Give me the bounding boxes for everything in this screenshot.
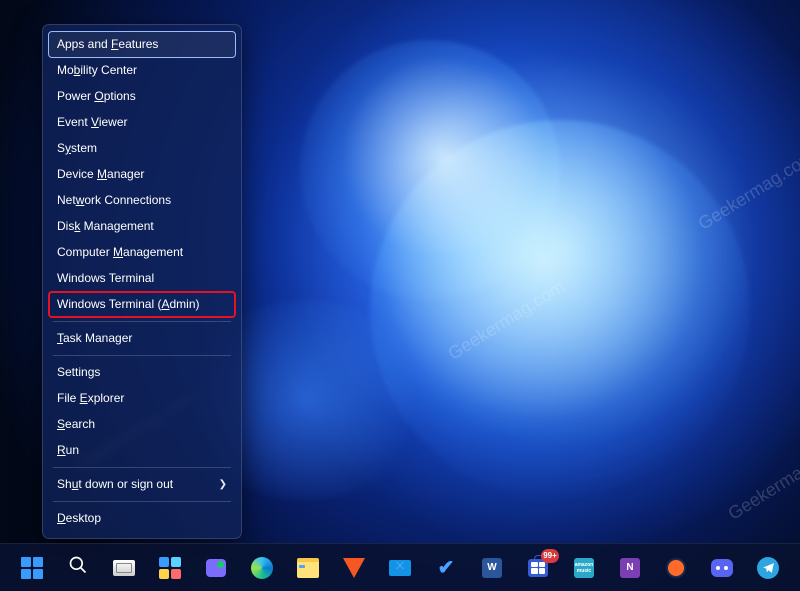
taskbar-edge-icon[interactable] bbox=[243, 549, 281, 587]
taskbar-taskview-icon[interactable] bbox=[105, 549, 143, 587]
telegram-icon bbox=[756, 556, 780, 580]
winx-item-task-manager[interactable]: Task Manager bbox=[49, 326, 235, 351]
winx-item-disk-management[interactable]: Disk Management bbox=[49, 214, 235, 239]
chat-icon bbox=[204, 556, 228, 580]
winx-item-mobility-center[interactable]: Mobility Center bbox=[49, 58, 235, 83]
winx-item-windows-terminal[interactable]: Windows Terminal bbox=[49, 266, 235, 291]
menu-item-label: Event Viewer bbox=[57, 115, 128, 130]
winx-item-shut-down-or-sign-out[interactable]: Shut down or sign out ❯ bbox=[49, 472, 235, 497]
todo-icon: ✔ bbox=[434, 556, 458, 580]
menu-separator bbox=[53, 501, 231, 502]
taskview-icon bbox=[112, 556, 136, 580]
winx-item-search[interactable]: Search bbox=[49, 412, 235, 437]
mail-icon bbox=[388, 556, 412, 580]
winx-item-computer-management[interactable]: Computer Management bbox=[49, 240, 235, 265]
taskbar-widgets-icon[interactable] bbox=[151, 549, 189, 587]
onenote-glyph: N bbox=[626, 562, 633, 573]
menu-item-label: Computer Management bbox=[57, 245, 183, 260]
menu-item-label: Desktop bbox=[57, 511, 101, 526]
menu-item-label: File Explorer bbox=[57, 391, 124, 406]
brave-icon bbox=[342, 556, 366, 580]
winx-item-network-connections[interactable]: Network Connections bbox=[49, 188, 235, 213]
taskbar-start-icon[interactable] bbox=[13, 549, 51, 587]
menu-item-label: Settings bbox=[57, 365, 100, 380]
taskbar-onenote-icon[interactable]: N bbox=[611, 549, 649, 587]
edge-icon bbox=[250, 556, 274, 580]
taskbar-mail-icon[interactable] bbox=[381, 549, 419, 587]
search-icon bbox=[66, 556, 90, 580]
menu-separator bbox=[53, 467, 231, 468]
taskbar-telegram-icon[interactable] bbox=[749, 549, 787, 587]
amazonmusic-icon: amazonmusic bbox=[572, 556, 596, 580]
taskbar-chat-icon[interactable] bbox=[197, 549, 235, 587]
menu-item-label: Run bbox=[57, 443, 79, 458]
menu-item-label: Mobility Center bbox=[57, 63, 137, 78]
menu-item-label: Disk Management bbox=[57, 219, 154, 234]
winx-item-device-manager[interactable]: Device Manager bbox=[49, 162, 235, 187]
taskbar: ✔ W 99+ amazonmusic N bbox=[0, 543, 800, 591]
winx-item-file-explorer[interactable]: File Explorer bbox=[49, 386, 235, 411]
winx-item-apps-and-features[interactable]: Apps and Features bbox=[49, 32, 235, 57]
menu-item-label: Task Manager bbox=[57, 331, 132, 346]
winx-item-system[interactable]: System bbox=[49, 136, 235, 161]
menu-item-label: Network Connections bbox=[57, 193, 171, 208]
winx-item-settings[interactable]: Settings bbox=[49, 360, 235, 385]
menu-item-label: Windows Terminal bbox=[57, 271, 154, 286]
winx-item-power-options[interactable]: Power Options bbox=[49, 84, 235, 109]
winx-menu: Apps and Features Mobility Center Power Op… bbox=[42, 24, 242, 539]
discord-icon bbox=[710, 556, 734, 580]
badge: 99+ bbox=[541, 549, 559, 563]
taskbar-amazonmusic-icon[interactable]: amazonmusic bbox=[565, 549, 603, 587]
menu-separator bbox=[53, 321, 231, 322]
start-icon bbox=[20, 556, 44, 580]
taskbar-search-icon[interactable] bbox=[59, 549, 97, 587]
taskbar-word-icon[interactable]: W bbox=[473, 549, 511, 587]
menu-item-label: Windows Terminal (Admin) bbox=[57, 297, 200, 312]
word-icon: W bbox=[480, 556, 504, 580]
taskbar-discord-icon[interactable] bbox=[703, 549, 741, 587]
taskbar-resolve-icon[interactable] bbox=[657, 549, 695, 587]
winx-item-windows-terminal-admin[interactable]: Windows Terminal (Admin) bbox=[49, 292, 235, 317]
taskbar-todo-icon[interactable]: ✔ bbox=[427, 549, 465, 587]
resolve-icon bbox=[664, 556, 688, 580]
winx-item-desktop[interactable]: Desktop bbox=[49, 506, 235, 531]
word-glyph: W bbox=[487, 562, 496, 573]
winx-item-event-viewer[interactable]: Event Viewer bbox=[49, 110, 235, 135]
menu-item-label: System bbox=[57, 141, 97, 156]
menu-item-label: Search bbox=[57, 417, 95, 432]
menu-item-label: Apps and Features bbox=[57, 37, 158, 52]
taskbar-store-icon[interactable]: 99+ bbox=[519, 549, 557, 587]
menu-item-label: Device Manager bbox=[57, 167, 144, 182]
explorer-icon bbox=[296, 556, 320, 580]
chevron-right-icon: ❯ bbox=[219, 477, 227, 492]
taskbar-explorer-icon[interactable] bbox=[289, 549, 327, 587]
menu-item-label: Shut down or sign out bbox=[57, 477, 173, 492]
winx-item-run[interactable]: Run bbox=[49, 438, 235, 463]
taskbar-brave-icon[interactable] bbox=[335, 549, 373, 587]
widgets-icon bbox=[158, 556, 182, 580]
onenote-icon: N bbox=[618, 556, 642, 580]
menu-item-label: Power Options bbox=[57, 89, 136, 104]
menu-separator bbox=[53, 355, 231, 356]
